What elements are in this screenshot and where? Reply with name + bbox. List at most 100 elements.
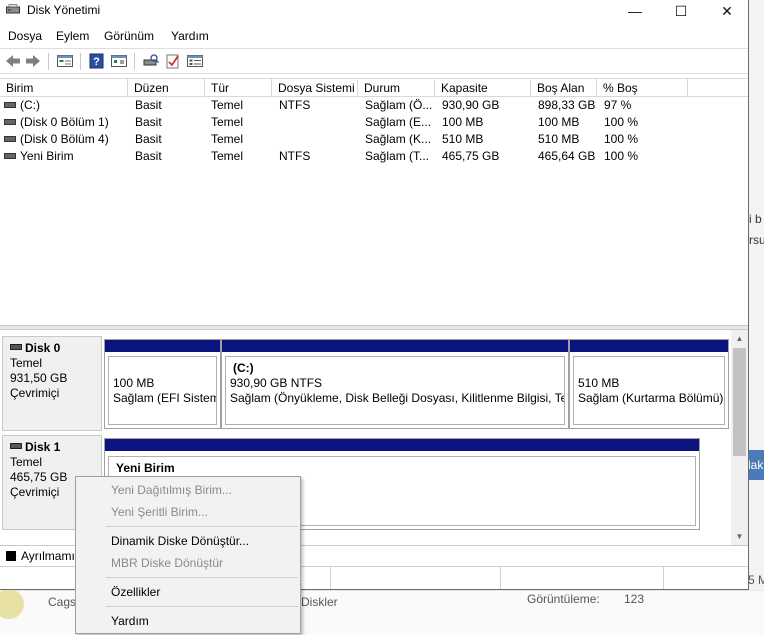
menu-item-help[interactable]: Yardım <box>111 614 149 628</box>
partition-title: Yeni Birim <box>116 461 175 475</box>
cell-type: Temel <box>211 115 244 129</box>
partition-size: 100 MB <box>113 376 155 390</box>
disk-0-kind: Temel <box>10 356 43 370</box>
cell-name: (Disk 0 Bölüm 4) <box>20 132 109 146</box>
scroll-up-icon[interactable]: ▲ <box>731 334 748 343</box>
menu-bar: Dosya Eylem Görünüm Yardım <box>0 26 748 46</box>
minimize-button[interactable]: — <box>612 0 658 22</box>
scroll-down-icon[interactable]: ▼ <box>731 532 748 541</box>
cell-fs: NTFS <box>279 98 311 112</box>
maximize-button[interactable]: ☐ <box>658 0 704 22</box>
cell-free: 465,64 GB <box>538 149 596 163</box>
window-title: Disk Yönetimi <box>27 3 101 17</box>
table-row[interactable]: Yeni Birim Basit Temel NTFS Sağlam (T...… <box>0 148 748 165</box>
back-arrow-icon[interactable] <box>4 53 22 69</box>
status-divider <box>663 567 664 589</box>
menu-item-convert-mbr[interactable]: MBR Diske Dönüştür <box>111 556 223 570</box>
menu-gorunum[interactable]: Görünüm <box>104 29 154 43</box>
help-icon[interactable]: ? <box>88 53 106 69</box>
partition-bar <box>105 340 220 352</box>
menu-item-convert-dynamic[interactable]: Dinamik Diske Dönüştür... <box>111 534 249 548</box>
menu-item-new-spanned-volume[interactable]: Yeni Dağıtılmış Birim... <box>111 483 232 497</box>
menu-item-new-striped-volume[interactable]: Yeni Şeritli Birim... <box>111 505 208 519</box>
close-button[interactable]: ✕ <box>704 0 750 22</box>
legend-unallocated-label: Ayrılmamı <box>21 549 75 563</box>
column-header-kapasite[interactable]: Kapasite <box>435 79 531 97</box>
cell-free: 100 MB <box>538 115 580 129</box>
status-divider <box>330 567 331 589</box>
bg-text-4: Diskler <box>301 595 338 609</box>
cell-layout: Basit <box>135 98 162 112</box>
disk-1-name: Disk 1 <box>25 440 61 454</box>
rescan-disk-icon[interactable] <box>142 53 160 69</box>
partition-title: (C:) <box>233 361 254 375</box>
volume-icon <box>4 153 16 159</box>
refresh-view-icon[interactable] <box>110 53 128 69</box>
legend-unallocated-swatch <box>6 551 16 561</box>
column-header-yuzde-bos[interactable]: % Boş <box>597 79 688 97</box>
cell-free: 510 MB <box>538 132 580 146</box>
volume-list: Birim Düzen Tür Dosya Sistemi Durum Kapa… <box>0 78 748 325</box>
forward-arrow-icon[interactable] <box>24 53 42 69</box>
bg-avatar <box>0 589 24 619</box>
column-header-birim[interactable]: Birim <box>0 79 128 97</box>
volume-icon <box>4 119 16 125</box>
cell-capacity: 465,75 GB <box>442 149 500 163</box>
partition-bar <box>105 439 699 451</box>
cell-layout: Basit <box>135 115 162 129</box>
cell-pct: 100 % <box>604 115 639 129</box>
bg-text-6: 123 <box>624 592 645 606</box>
disk-0-state: Çevrimiçi <box>10 386 60 400</box>
bg-text-2: rsu <box>749 233 764 247</box>
disk-list-icon[interactable] <box>56 53 74 69</box>
cell-type: Temel <box>211 98 244 112</box>
bg-text-1: i b <box>749 212 762 226</box>
cell-free: 898,33 GB <box>538 98 596 112</box>
cell-capacity: 510 MB <box>442 132 484 146</box>
table-row[interactable]: (C:) Basit Temel NTFS Sağlam (Ö... 930,9… <box>0 97 748 114</box>
table-row[interactable]: (Disk 0 Bölüm 4) Basit Temel Sağlam (K..… <box>0 131 748 148</box>
partition-status: Sağlam (EFI Sistem <box>113 391 217 405</box>
column-header-dosya-sistemi[interactable]: Dosya Sistemi <box>272 79 358 97</box>
cell-status: Sağlam (E... <box>365 115 432 129</box>
table-row[interactable]: (Disk 0 Bölüm 1) Basit Temel Sağlam (E..… <box>0 114 748 131</box>
menu-item-properties[interactable]: Özellikler <box>111 585 160 599</box>
bg-text-5: Görüntüleme: <box>527 592 600 606</box>
bg-text-7: 5 M <box>748 573 764 587</box>
partition-disk0-efi[interactable]: 100 MB Sağlam (EFI Sistem <box>104 339 221 429</box>
partition-bar <box>570 340 728 352</box>
settings-view-icon[interactable] <box>186 53 204 69</box>
menu-separator <box>106 526 298 527</box>
disk-0-name: Disk 0 <box>25 341 61 355</box>
partition-disk0-c[interactable]: (C:) 930,90 GB NTFS Sağlam (Önyükleme, D… <box>221 339 569 429</box>
partition-status: Sağlam (Kurtarma Bölümü) <box>578 391 724 405</box>
menu-eylem[interactable]: Eylem <box>56 29 89 43</box>
disk-0-size: 931,50 GB <box>10 371 68 385</box>
cell-capacity: 100 MB <box>442 115 484 129</box>
column-header-durum[interactable]: Durum <box>358 79 435 97</box>
background-window-strip: i b rsu <box>749 0 764 634</box>
volume-list-header: Birim Düzen Tür Dosya Sistemi Durum Kapa… <box>0 78 748 97</box>
menu-yardim[interactable]: Yardım <box>171 29 209 43</box>
cell-name: (C:) <box>20 98 40 112</box>
disk-management-app-icon <box>6 4 20 14</box>
partition-disk0-recovery[interactable]: 510 MB Sağlam (Kurtarma Bölümü) <box>569 339 729 429</box>
scrollbar-thumb[interactable] <box>733 348 746 456</box>
column-header-tur[interactable]: Tür <box>205 79 272 97</box>
disk-icon <box>10 443 22 449</box>
column-header-bos-alan[interactable]: Boş Alan <box>531 79 597 97</box>
graphical-view-scrollbar[interactable]: ▲ ▼ <box>731 330 748 545</box>
menu-dosya[interactable]: Dosya <box>8 29 42 43</box>
volume-icon <box>4 136 16 142</box>
disk-context-menu: Yeni Dağıtılmış Birim... Yeni Şeritli Bi… <box>75 476 301 634</box>
cell-pct: 100 % <box>604 149 639 163</box>
disk-1-kind: Temel <box>10 455 43 469</box>
column-header-duzen[interactable]: Düzen <box>128 79 205 97</box>
volume-icon <box>4 102 16 108</box>
properties-check-icon[interactable] <box>164 53 182 69</box>
cell-layout: Basit <box>135 132 162 146</box>
disk-0-label[interactable]: Disk 0 Temel 931,50 GB Çevrimiçi <box>2 336 102 431</box>
cell-capacity: 930,90 GB <box>442 98 500 112</box>
title-bar[interactable]: Disk Yönetimi — ☐ ✕ <box>0 0 748 22</box>
background-button: lak <box>748 450 764 480</box>
